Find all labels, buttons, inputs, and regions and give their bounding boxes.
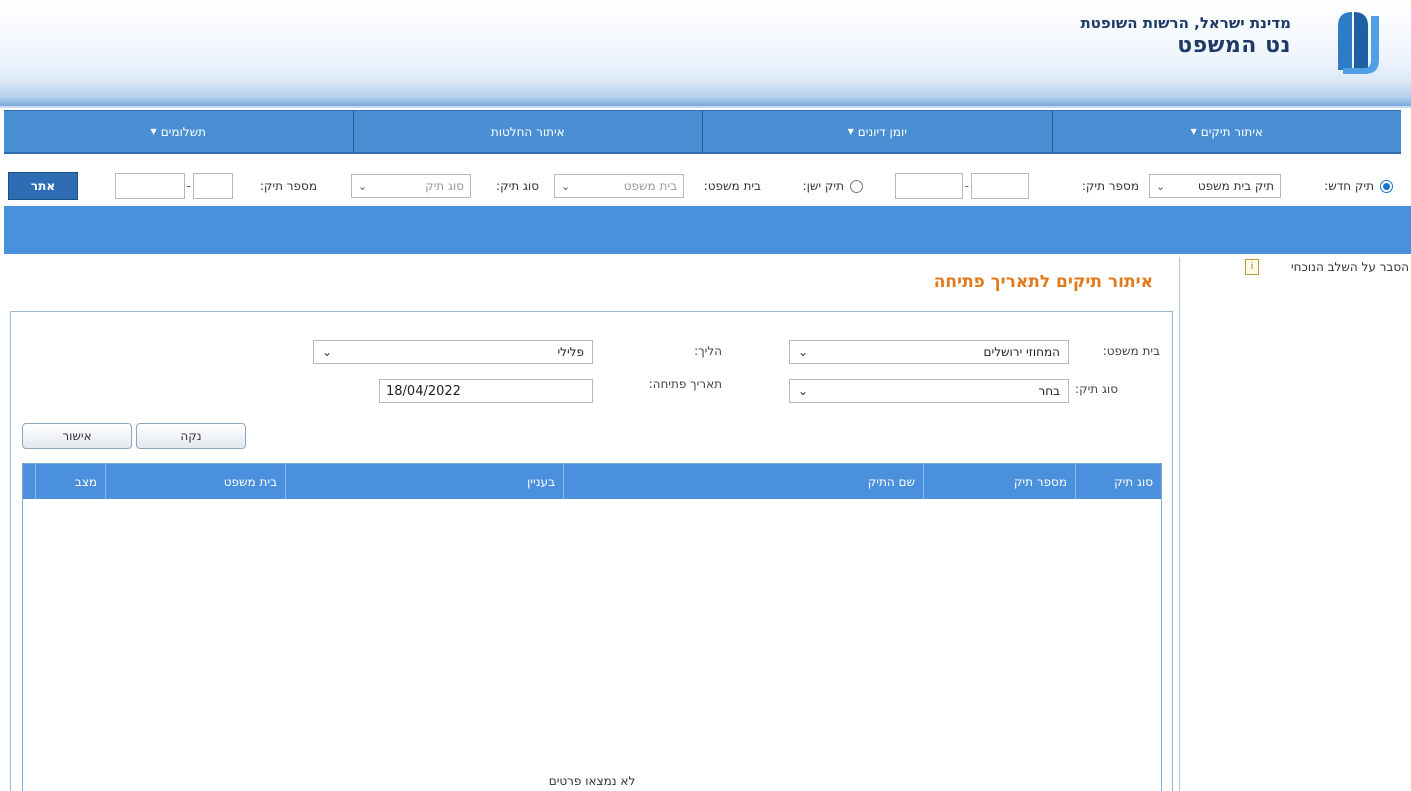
nav-find-cases-label: איתור תיקים bbox=[1200, 124, 1263, 139]
chevron-down-icon: ⌄ bbox=[322, 345, 333, 359]
nav-find-decisions[interactable]: איתור החלטות bbox=[352, 111, 703, 152]
side-panel: הסבר על השלב הנוכחי i bbox=[1179, 257, 1411, 791]
blue-toolbar-bar bbox=[4, 206, 1411, 254]
logo-title: נט המשפט bbox=[1177, 33, 1291, 58]
court-case-select-value: תיק בית משפט bbox=[1197, 179, 1274, 193]
confirm-button[interactable]: אישור bbox=[22, 423, 132, 449]
old-case-year-input[interactable] bbox=[114, 173, 185, 199]
nav-find-decisions-label: איתור החלטות bbox=[490, 124, 565, 139]
old-case-number-input[interactable] bbox=[193, 173, 233, 199]
logo-subtitle: מדינת ישראל, הרשות השופטת bbox=[1080, 14, 1291, 32]
case-type-select-wrap: סוג תיק ⌄ bbox=[351, 172, 471, 200]
header: מדינת ישראל, הרשות השופטת נט המשפט bbox=[0, 0, 1411, 108]
form-court-select[interactable]: המחוזי ירושלים ⌄ bbox=[789, 340, 1069, 364]
help-current-step[interactable]: הסבר על השלב הנוכחי i bbox=[1245, 259, 1409, 275]
old-case-radio-group[interactable]: תיק ישן: bbox=[803, 172, 863, 200]
clear-button[interactable]: נקה bbox=[136, 423, 246, 449]
court-case-select-wrap: תיק בית משפט ⌄ bbox=[1149, 172, 1281, 200]
form-court-value: המחוזי ירושלים bbox=[983, 345, 1060, 359]
form-procedure-select[interactable]: פלילי ⌄ bbox=[313, 340, 593, 364]
form-case-type-select[interactable]: בחר ⌄ bbox=[789, 379, 1069, 403]
old-case-radio[interactable] bbox=[850, 179, 863, 193]
nav-find-cases[interactable]: איתור תיקים ▼ bbox=[1051, 111, 1402, 152]
col-status[interactable]: מצב bbox=[35, 464, 105, 499]
nav-payments-label: תשלומים bbox=[160, 124, 206, 139]
form-open-date-label: תאריך פתיחה: bbox=[648, 377, 722, 391]
new-case-radio-group[interactable]: תיק חדש: bbox=[1324, 172, 1393, 200]
case-number-input[interactable] bbox=[971, 173, 1029, 199]
page-title: איתור תיקים לתאריך פתיחה bbox=[933, 272, 1153, 292]
court-label: בית משפט: bbox=[703, 179, 761, 193]
case-year-input[interactable] bbox=[894, 173, 963, 199]
main-nav: איתור תיקים ▼ יומן דיונים ▼ איתור החלטות… bbox=[4, 110, 1401, 154]
empty-results-message: לא נמצאו פרטים bbox=[548, 774, 636, 788]
chevron-down-icon: ⌄ bbox=[798, 345, 809, 359]
form-procedure-value: פלילי bbox=[557, 345, 584, 359]
court-select-wrap: בית משפט ⌄ bbox=[554, 172, 684, 200]
results-grid-header: סוג תיק מספר תיק שם התיק בעניין בית משפט… bbox=[23, 464, 1161, 499]
search-button[interactable]: אתר bbox=[8, 172, 78, 200]
form-court-label: בית משפט: bbox=[1102, 344, 1160, 358]
dash-separator: - bbox=[186, 179, 191, 193]
old-case-number-group: - bbox=[114, 172, 233, 200]
col-case-name[interactable]: שם התיק bbox=[563, 464, 923, 499]
col-case-number[interactable]: מספר תיק bbox=[923, 464, 1075, 499]
help-current-step-label: הסבר על השלב הנוכחי bbox=[1291, 260, 1409, 274]
col-subject[interactable]: בעניין bbox=[285, 464, 563, 499]
case-type-label: סוג תיק: bbox=[496, 179, 539, 193]
form-procedure-label: הליך: bbox=[694, 344, 722, 358]
case-number-label: מספר תיק: bbox=[1081, 179, 1139, 193]
net-hamishpat-logo-icon bbox=[1338, 12, 1379, 74]
search-form-panel: בית משפט: המחוזי ירושלים ⌄ הליך: פלילי ⌄… bbox=[10, 311, 1173, 791]
case-type-select-value: סוג תיק bbox=[425, 179, 464, 193]
caret-down-icon: ▼ bbox=[847, 127, 854, 136]
caret-down-icon: ▼ bbox=[150, 127, 157, 136]
nav-hearings-diary[interactable]: יומן דיונים ▼ bbox=[702, 111, 1052, 152]
chevron-down-icon: ⌄ bbox=[798, 384, 809, 398]
case-number-group: - bbox=[894, 172, 1029, 200]
form-open-date-input[interactable]: 18/04/2022 bbox=[379, 379, 593, 403]
results-grid: סוג תיק מספר תיק שם התיק בעניין בית משפט… bbox=[22, 463, 1162, 791]
logo-text: מדינת ישראל, הרשות השופטת נט המשפט bbox=[1080, 14, 1291, 58]
case-type-select[interactable]: סוג תיק ⌄ bbox=[351, 174, 471, 198]
caret-down-icon: ▼ bbox=[1190, 127, 1197, 136]
dash-separator: - bbox=[964, 179, 969, 193]
nav-payments[interactable]: תשלומים ▼ bbox=[4, 111, 353, 152]
chevron-down-icon: ⌄ bbox=[358, 179, 368, 193]
info-icon: i bbox=[1245, 259, 1259, 275]
quick-search-row: תיק חדש: תיק בית משפט ⌄ מספר תיק: - תיק … bbox=[0, 168, 1411, 202]
chevron-down-icon: ⌄ bbox=[1156, 179, 1166, 193]
col-case-type[interactable]: סוג תיק bbox=[1075, 464, 1161, 499]
court-case-select[interactable]: תיק בית משפט ⌄ bbox=[1149, 174, 1281, 198]
court-select[interactable]: בית משפט ⌄ bbox=[554, 174, 684, 198]
old-case-label: תיק ישן: bbox=[802, 179, 844, 193]
new-case-radio[interactable] bbox=[1380, 179, 1393, 193]
case-number-label-2: מספר תיק: bbox=[259, 179, 317, 193]
chevron-down-icon: ⌄ bbox=[561, 179, 571, 193]
court-select-value: בית משפט bbox=[623, 179, 677, 193]
nav-hearings-diary-label: יומן דיונים bbox=[857, 124, 907, 139]
new-case-label: תיק חדש: bbox=[1324, 179, 1374, 193]
form-case-type-label: סוג תיק: bbox=[1075, 382, 1118, 396]
form-case-type-value: בחר bbox=[1038, 384, 1060, 398]
col-spacer bbox=[23, 464, 35, 499]
header-band bbox=[0, 82, 1411, 106]
col-court[interactable]: בית משפט bbox=[105, 464, 285, 499]
